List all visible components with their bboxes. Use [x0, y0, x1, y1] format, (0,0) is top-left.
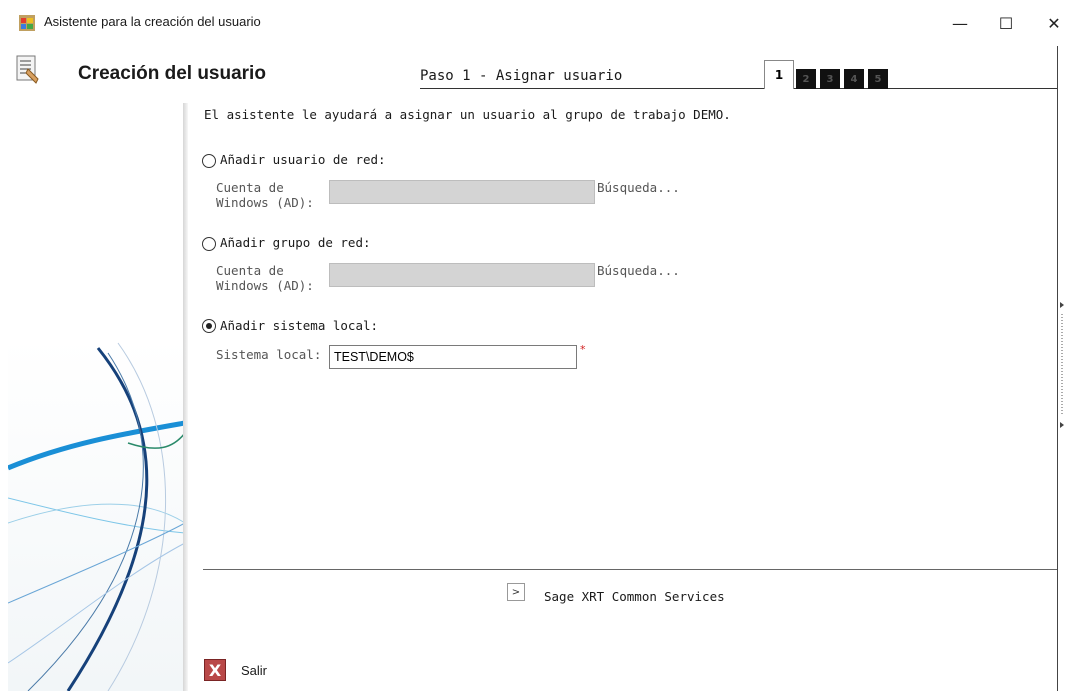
network-user-account-input[interactable] — [329, 180, 595, 204]
decorative-swoosh — [8, 342, 185, 691]
exit-x-icon[interactable]: X — [204, 659, 226, 681]
step-4[interactable]: 4 — [844, 69, 864, 89]
network-group-label[interactable]: Añadir grupo de red: — [220, 235, 371, 250]
network-group-account-input[interactable] — [329, 263, 595, 287]
maximize-icon: ☐ — [998, 13, 1014, 33]
network-group-search-link[interactable]: Búsqueda... — [597, 263, 680, 278]
panel-divider — [183, 103, 188, 691]
app-window-icon — [19, 15, 35, 31]
services-expand-button[interactable]: > — [507, 583, 525, 601]
chevron-right-icon: > — [511, 586, 521, 598]
maximize-button[interactable]: ☐ — [986, 8, 1026, 38]
close-button[interactable]: ✕ — [1034, 8, 1074, 38]
page-title: Creación del usuario — [78, 63, 266, 84]
minimize-icon: — — [952, 13, 968, 33]
decorative-side-panel — [8, 103, 185, 691]
local-system-input[interactable]: TEST\DEMO$ — [329, 345, 577, 369]
network-group-radio[interactable] — [202, 237, 216, 251]
network-group-field-label: Cuenta de Windows (AD): — [216, 263, 314, 293]
local-system-field-label: Sistema local: — [216, 347, 322, 362]
services-label[interactable]: Sage XRT Common Services — [544, 589, 725, 604]
step-2[interactable]: 2 — [796, 69, 816, 89]
header-divider — [420, 88, 1057, 89]
window-title: Asistente para la creación del usuario — [44, 14, 261, 29]
local-system-radio[interactable] — [202, 319, 216, 333]
step-1[interactable]: 1 — [764, 60, 794, 89]
footer-divider — [203, 569, 1057, 570]
network-user-search-link[interactable]: Búsqueda... — [597, 180, 680, 195]
field-label-line2: Windows (AD): — [216, 195, 314, 210]
field-label-line1: Cuenta de — [216, 263, 284, 278]
step-3[interactable]: 3 — [820, 69, 840, 89]
field-label-line2: Windows (AD): — [216, 278, 314, 293]
local-system-label[interactable]: Añadir sistema local: — [220, 318, 378, 333]
intro-text: El asistente le ayudará a asignar un usu… — [204, 107, 731, 122]
wizard-checklist-icon — [16, 55, 40, 85]
step-5[interactable]: 5 — [868, 69, 888, 89]
step-indicator: 1 2 3 4 5 — [764, 60, 892, 89]
exit-glyph: X — [208, 660, 222, 680]
network-user-field-label: Cuenta de Windows (AD): — [216, 180, 314, 210]
field-label-line1: Cuenta de — [216, 180, 284, 195]
close-icon: ✕ — [1047, 13, 1061, 33]
step-title: Paso 1 - Asignar usuario — [420, 68, 623, 84]
splitter-handle[interactable] — [1058, 300, 1066, 430]
network-user-radio[interactable] — [202, 154, 216, 168]
required-asterisk: * — [580, 343, 586, 356]
minimize-button[interactable]: — — [940, 8, 980, 38]
network-user-label[interactable]: Añadir usuario de red: — [220, 152, 386, 167]
exit-button-label[interactable]: Salir — [241, 663, 267, 678]
